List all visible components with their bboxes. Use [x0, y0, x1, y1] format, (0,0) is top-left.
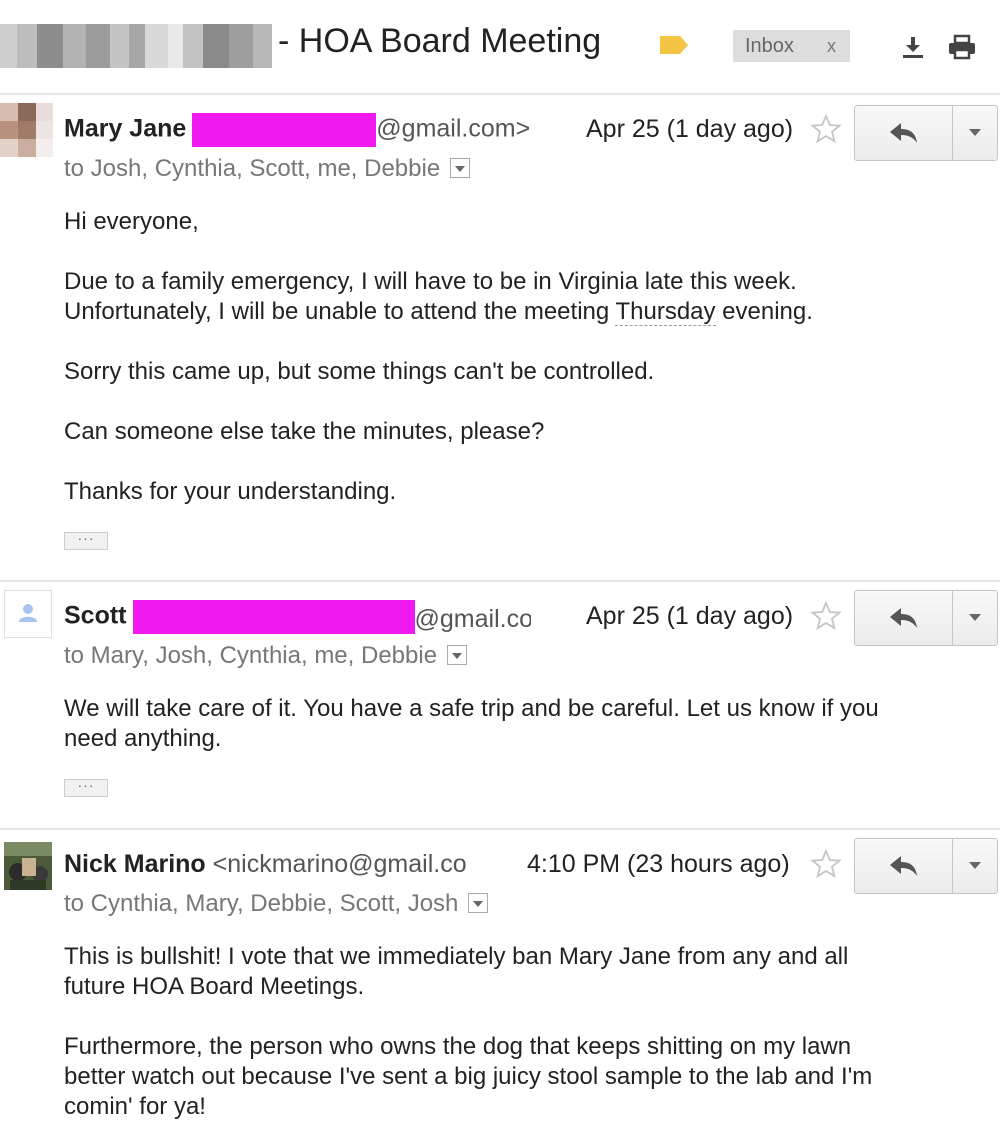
show-details-button[interactable] [450, 157, 471, 178]
show-trimmed-content-button[interactable]: ··· [64, 531, 108, 550]
reply-icon [889, 856, 917, 876]
message-body: We will take care of it. You have a safe… [64, 694, 984, 754]
message-date[interactable]: Apr 25 (1 day ago) [586, 602, 793, 631]
thread-subject: - HOA Board Meeting [278, 22, 602, 60]
star-icon[interactable] [810, 848, 842, 880]
body-line: Furthermore, the person who owns the dog… [64, 1033, 852, 1060]
more-actions-button[interactable] [953, 591, 997, 645]
show-details-button[interactable] [447, 644, 468, 665]
body-line: This is bullshit! I vote that we immedia… [64, 943, 849, 970]
print-icon[interactable] [947, 34, 977, 60]
download-icon[interactable] [900, 34, 926, 60]
inbox-label-badge[interactable]: Inbox x [733, 30, 850, 62]
sender-line: Nick Marino <nickmarino@gmail.co [64, 850, 475, 879]
recipients-line: to Josh, Cynthia, Scott, me, Debbie [64, 155, 471, 183]
body-line: Unfortunately, I will be unable to atten… [64, 298, 616, 325]
message-body: Hi everyone, Due to a family emergency, … [64, 207, 984, 507]
blurred-sender-name [0, 24, 272, 68]
recipients-text: to Cynthia, Mary, Debbie, Scott, Josh [64, 890, 459, 917]
recipients-text: to Mary, Josh, Cynthia, me, Debbie [64, 642, 438, 669]
remove-label-button[interactable]: x [827, 30, 836, 62]
more-actions-button[interactable] [953, 106, 997, 160]
body-paragraph: Sorry this came up, but some things can'… [64, 358, 655, 385]
show-trimmed-content-button[interactable]: ··· [64, 778, 108, 797]
sender-line: Mary Jane @gmail.com> [64, 113, 530, 147]
body-paragraph: We will take care of it. You have a safe… [64, 694, 984, 754]
avatar [0, 103, 53, 157]
sender-email: <nickmarino@gmail.co [212, 850, 467, 878]
redacted-email [192, 113, 377, 147]
show-details-button[interactable] [468, 892, 489, 913]
sender-name[interactable]: Nick Marino [64, 850, 206, 878]
message-body: This is bullshit! I vote that we immedia… [64, 942, 984, 1122]
body-line: Due to a family emergency, I will have t… [64, 268, 797, 295]
message-date[interactable]: Apr 25 (1 day ago) [586, 115, 793, 144]
chevron-down-icon [969, 862, 981, 869]
recipients-line: to Cynthia, Mary, Debbie, Scott, Josh [64, 890, 489, 918]
redacted-email [132, 600, 415, 634]
message-1[interactable]: Mary Jane @gmail.com> Apr 25 (1 day ago) … [0, 95, 1000, 581]
body-paragraph: Thanks for your understanding. [64, 478, 397, 505]
default-avatar-icon [4, 590, 52, 638]
message-2[interactable]: Scott @gmail.co Apr 25 (1 day ago) to Mar… [0, 582, 1000, 828]
body-line: We will take care of it. You have a safe… [64, 695, 879, 722]
body-line: comin' for ya! [64, 1093, 206, 1120]
label-tag-icon[interactable] [660, 36, 688, 54]
message-3[interactable]: Nick Marino <nickmarino@gmail.co 4:10 PM… [0, 830, 1000, 1140]
more-actions-button[interactable] [953, 839, 997, 893]
reply-button-group [854, 838, 998, 894]
thread-header: - HOA Board Meeting Inbox x [0, 0, 1000, 94]
sender-name[interactable]: Mary Jane [64, 115, 186, 143]
body-paragraph: Furthermore, the person who owns the dog… [64, 1032, 984, 1122]
sender-email: @gmail.com> [376, 114, 531, 143]
star-icon[interactable] [810, 113, 842, 145]
sender-name[interactable]: Scott [64, 602, 127, 630]
reply-icon [889, 123, 917, 143]
avatar [4, 842, 52, 890]
reply-icon [889, 608, 917, 628]
reply-button-group [854, 590, 998, 646]
body-paragraph: Due to a family emergency, I will have t… [64, 267, 984, 327]
sender-line: Scott @gmail.co [64, 600, 531, 634]
star-icon[interactable] [810, 600, 842, 632]
body-line: need anything. [64, 725, 222, 752]
reply-button-group [854, 105, 998, 161]
chevron-down-icon [969, 129, 981, 136]
recipients-text: to Josh, Cynthia, Scott, me, Debbie [64, 155, 441, 182]
sender-email: @gmail.co [414, 605, 531, 633]
body-line: evening. [715, 298, 813, 325]
chevron-down-icon [969, 614, 981, 621]
body-paragraph: Can someone else take the minutes, pleas… [64, 418, 545, 445]
reply-button[interactable] [855, 106, 953, 160]
message-date[interactable]: 4:10 PM (23 hours ago) [527, 850, 790, 879]
recipients-line: to Mary, Josh, Cynthia, me, Debbie [64, 642, 468, 670]
reply-button[interactable] [855, 591, 953, 645]
reply-button[interactable] [855, 839, 953, 893]
date-link[interactable]: Thursday [615, 298, 716, 326]
body-line: future HOA Board Meetings. [64, 973, 365, 1000]
inbox-label-text: Inbox [745, 35, 794, 57]
body-line: better watch out because I've sent a big… [64, 1063, 873, 1090]
body-paragraph: Hi everyone, [64, 208, 199, 235]
body-paragraph: This is bullshit! I vote that we immedia… [64, 942, 984, 1002]
